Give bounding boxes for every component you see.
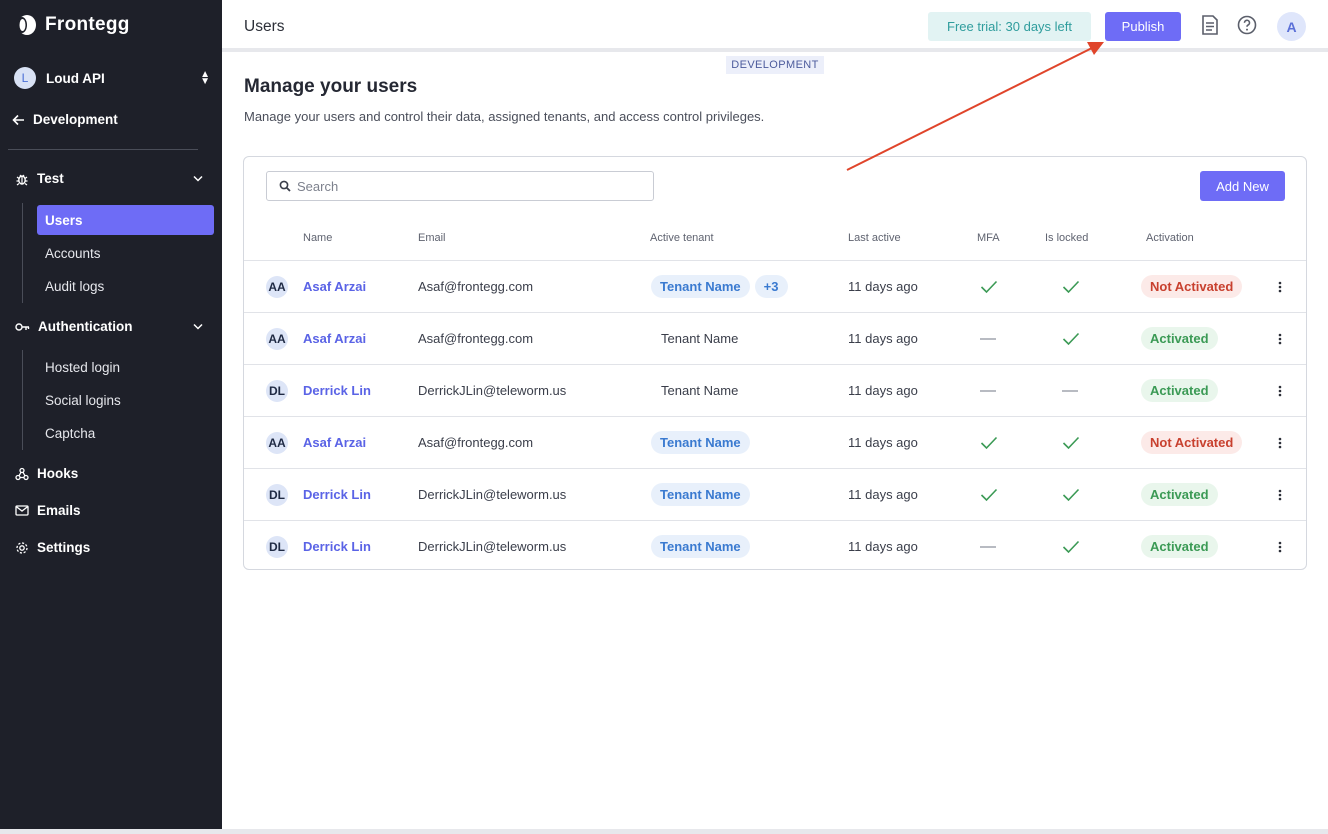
annotation-arrow xyxy=(846,42,1104,171)
bottom-strip xyxy=(0,829,1328,834)
